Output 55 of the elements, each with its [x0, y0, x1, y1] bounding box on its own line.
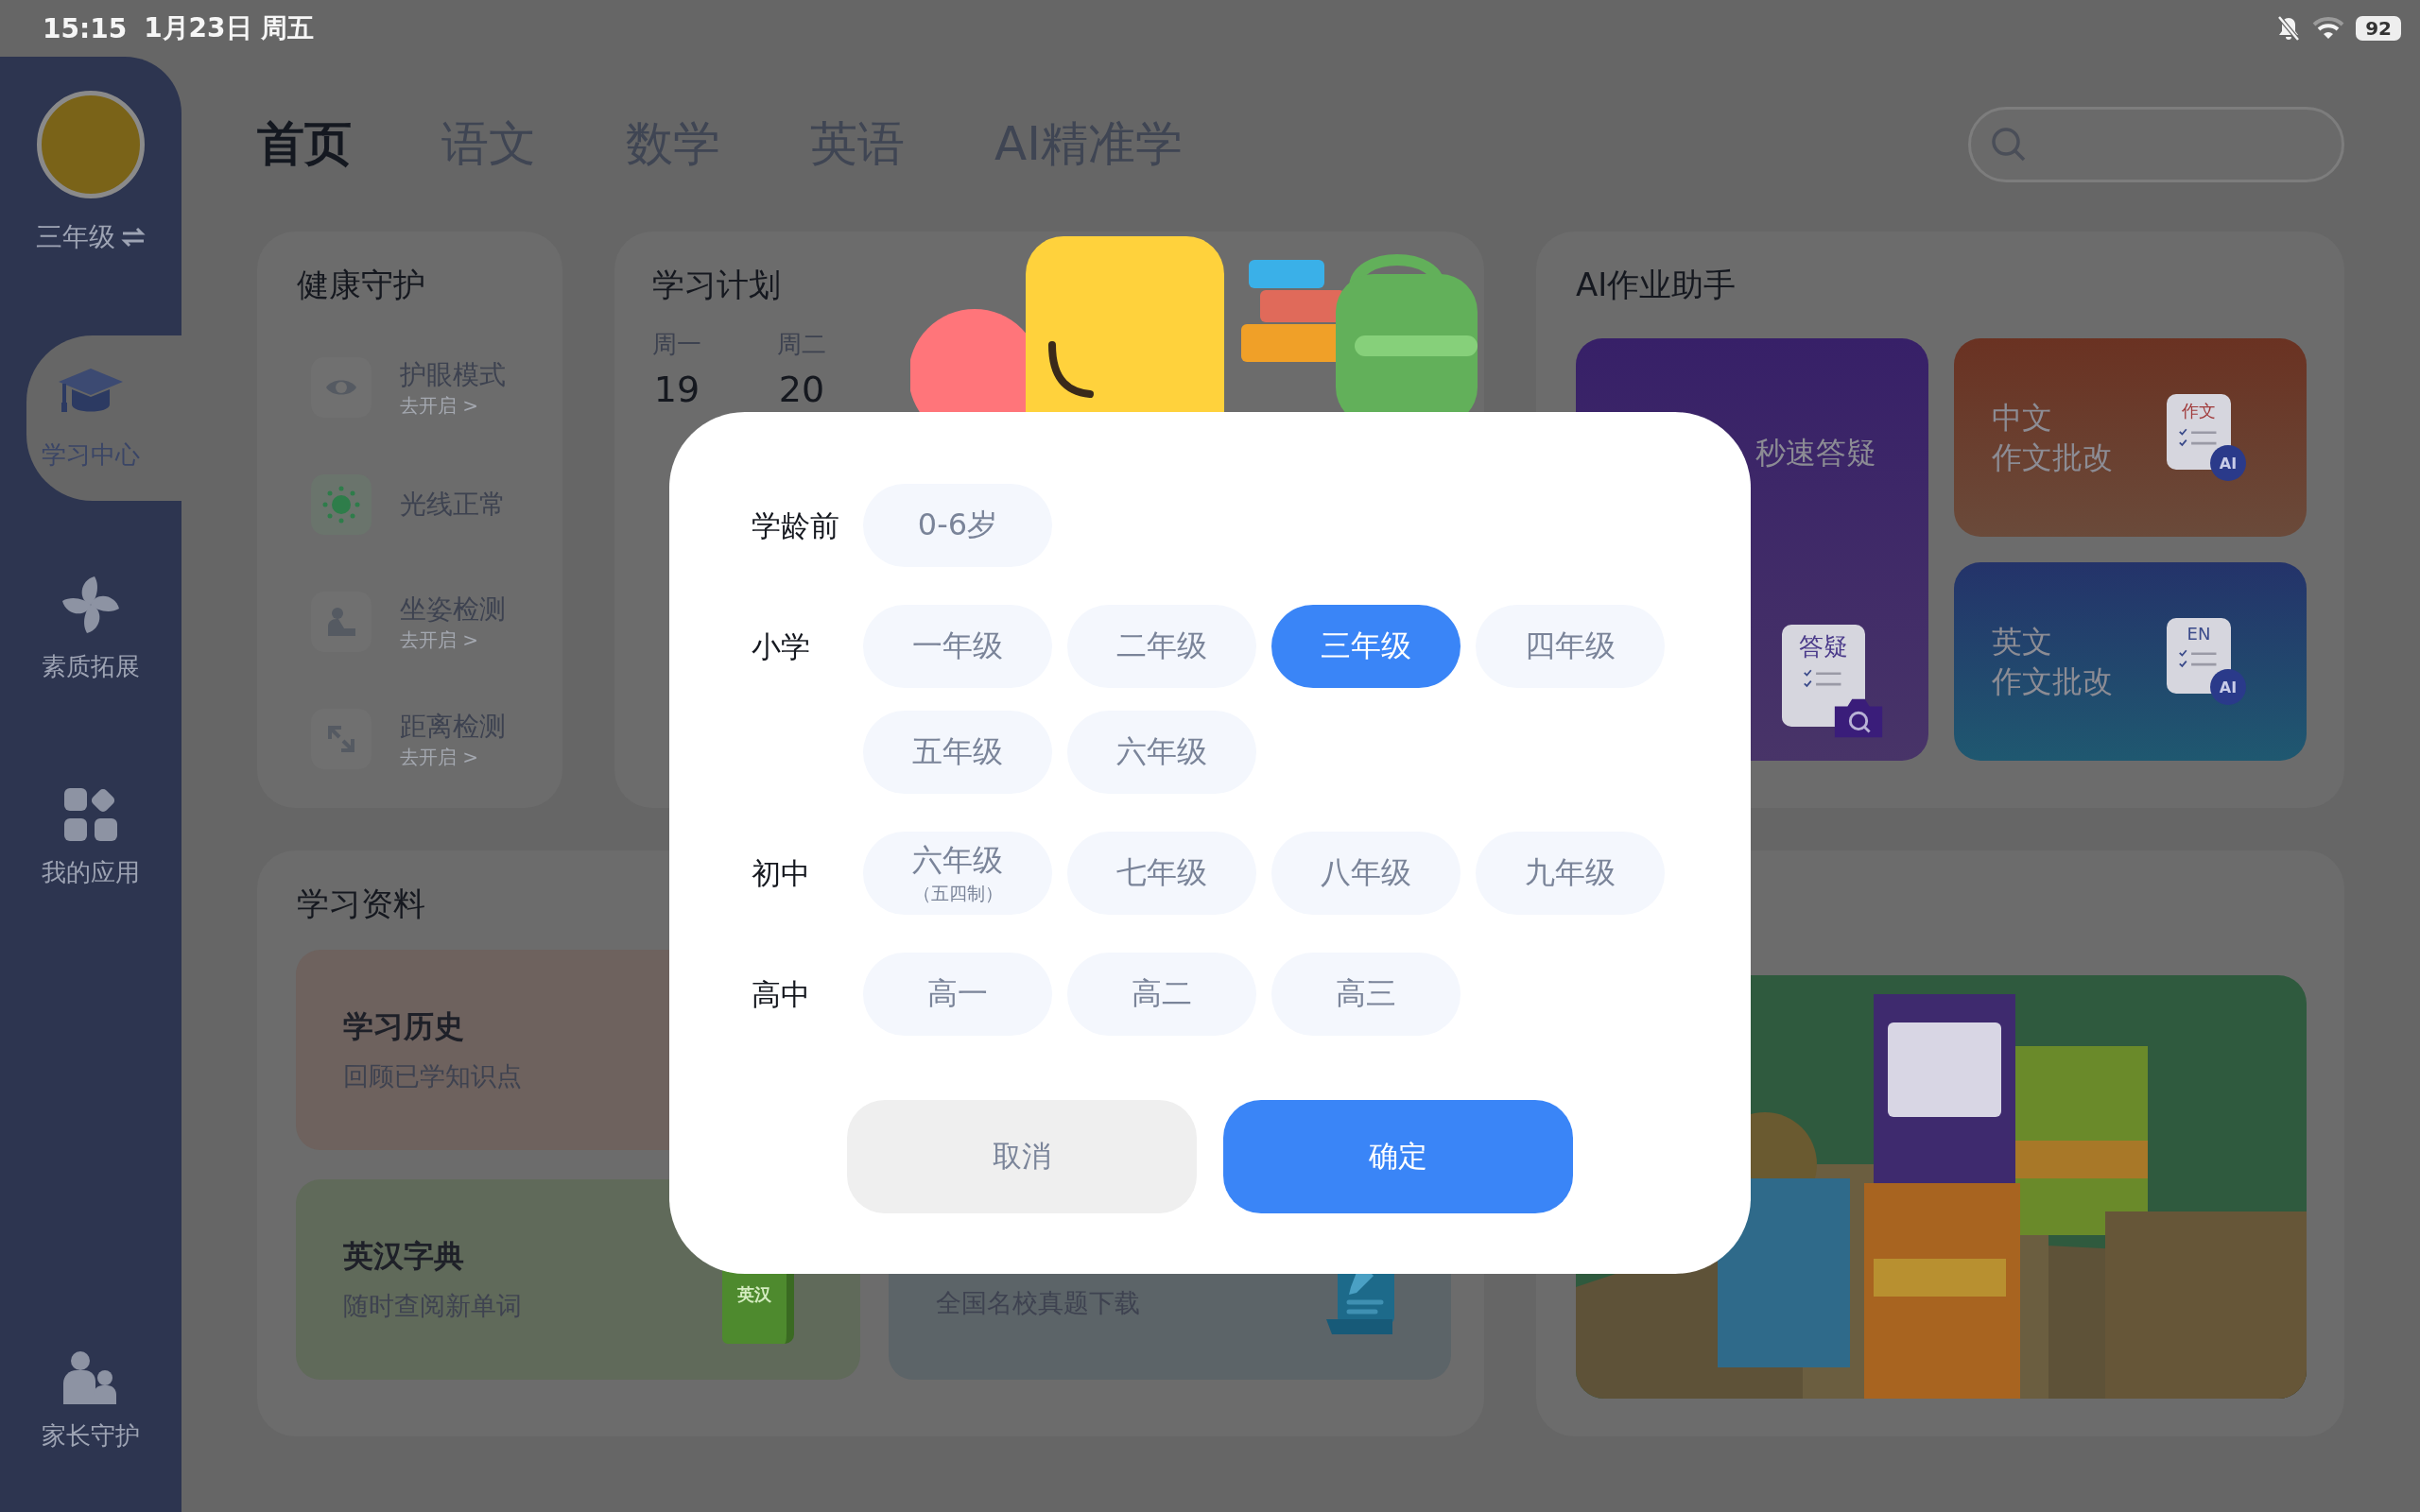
sidebar-item[interactable]: 素质拓展 [0, 545, 182, 711]
sidebar-item[interactable]: 我的应用 [0, 755, 182, 920]
grade-option[interactable]: 七年级 [1067, 832, 1256, 915]
card-title: 学习计划 [652, 265, 781, 305]
nav-tab[interactable]: 首页 [257, 112, 352, 176]
distance-status-icon[interactable] [311, 709, 372, 769]
grade-option[interactable]: 九年级 [1476, 832, 1665, 915]
status-time: 15:15 [43, 12, 128, 44]
grade-option[interactable]: 高二 [1067, 953, 1256, 1036]
stage-label: 初中 [752, 855, 811, 892]
wifi-icon [2312, 17, 2345, 40]
grade-option[interactable]: 三年级 [1271, 605, 1461, 688]
sidebar-item[interactable]: 家长守护 [0, 1318, 182, 1484]
tile-label: 作文批改 [1992, 438, 2113, 477]
tile-label: 秒速答疑 [1755, 434, 1876, 472]
apps-grid-icon [62, 786, 119, 843]
grade-option[interactable]: 六年级 [1067, 711, 1256, 794]
grade-option[interactable]: 八年级 [1271, 832, 1461, 915]
card-title: AI作业助手 [1576, 265, 1737, 305]
tile-title: 学习历史 [343, 1007, 465, 1046]
posture-status-icon[interactable] [311, 592, 372, 652]
feature-tile[interactable]: 中文 作文批改 作文 AI [1954, 338, 2307, 537]
day-number[interactable]: 20 [778, 369, 825, 410]
enable-link[interactable]: 去开启 > [400, 744, 506, 770]
card-title: 健康守护 [297, 265, 425, 305]
stage-label: 高中 [752, 976, 811, 1013]
feature-tile[interactable]: 英文 作文批改 EN AI [1954, 562, 2307, 761]
grade-option[interactable]: 高一 [863, 953, 1052, 1036]
grade-option[interactable]: 四年级 [1476, 605, 1665, 688]
confirm-button[interactable]: 确定 [1223, 1100, 1573, 1213]
enable-link[interactable]: 去开启 > [400, 627, 506, 653]
battery-level: 92 [2356, 16, 2401, 41]
enable-link[interactable]: 去开启 > [400, 392, 506, 419]
day-number[interactable]: 19 [653, 369, 700, 410]
grade-option[interactable]: 六年级 （五四制） [863, 832, 1052, 915]
bell-off-icon [2276, 15, 2302, 42]
light-status-icon[interactable] [311, 474, 372, 535]
tile-title: 英汉字典 [343, 1237, 465, 1276]
grade-label[interactable]: 三年级 [36, 219, 115, 255]
card-title: 学习资料 [297, 884, 425, 924]
swap-icon[interactable] [121, 227, 146, 248]
tile-label: 作文批改 [1992, 662, 2113, 701]
tile-label: 英文 [1992, 623, 2053, 662]
grade-option[interactable]: 一年级 [863, 605, 1052, 688]
grade-option[interactable]: 0-6岁 [863, 484, 1052, 567]
status-date: 1月23日 周五 [144, 11, 315, 45]
stage-label: 学龄前 [752, 507, 840, 544]
grade-option[interactable]: 五年级 [863, 711, 1052, 794]
tile-label: 中文 [1992, 399, 2053, 438]
grade-option[interactable]: 高三 [1271, 953, 1461, 1036]
eye-status-icon[interactable] [311, 357, 372, 418]
cancel-button[interactable]: 取消 [847, 1100, 1197, 1213]
grade-option[interactable]: 二年级 [1067, 605, 1256, 688]
stage-label: 小学 [752, 628, 811, 665]
search-icon [1990, 125, 2028, 163]
